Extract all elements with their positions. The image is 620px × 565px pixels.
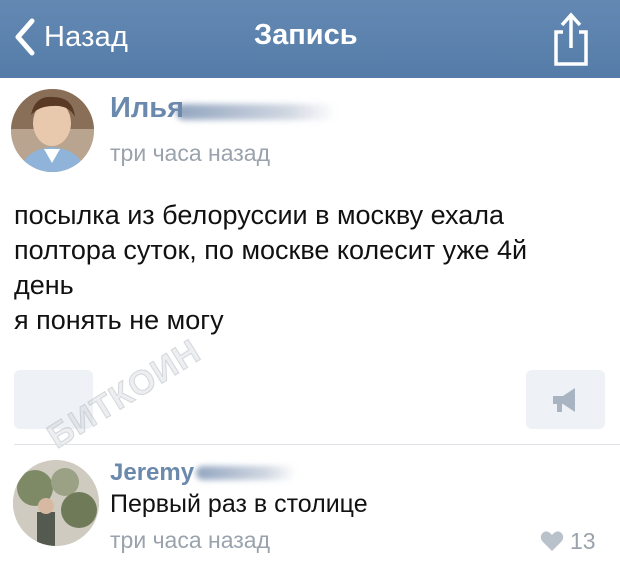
divider <box>14 444 620 445</box>
redacted-name-blur <box>196 466 296 480</box>
repost-button[interactable] <box>526 370 605 429</box>
navigation-bar: Назад Запись <box>0 0 620 78</box>
chevron-left-icon <box>14 17 36 57</box>
post-text-line: посылка из белоруссии в москву ехала <box>14 200 505 230</box>
comment-text: Первый раз в столице <box>110 490 368 518</box>
comment-like-button[interactable]: 13 <box>540 527 596 555</box>
back-button-label: Назад <box>44 20 129 53</box>
author-avatar[interactable] <box>11 89 94 172</box>
share-icon <box>548 12 594 72</box>
heart-icon <box>540 530 570 552</box>
post-timestamp: три часа назад <box>110 140 271 166</box>
post-text-line: я понять не могу <box>14 305 224 335</box>
post-author-name[interactable]: Илья <box>110 92 184 125</box>
post-text-line: день <box>14 270 74 300</box>
post-text-line: полтора суток, по москве колесит уже 4й <box>14 235 528 265</box>
back-button[interactable]: Назад <box>14 14 128 60</box>
redacted-name-blur <box>176 104 336 120</box>
comment-like-count: 13 <box>570 527 596 554</box>
page-title: Запись <box>254 19 358 51</box>
comment-timestamp: три часа назад <box>110 527 271 553</box>
comment-author-name[interactable]: Jeremy <box>110 459 194 487</box>
share-button[interactable] <box>548 10 594 68</box>
post-text: посылка из белоруссии в москву ехала пол… <box>14 198 604 338</box>
commenter-avatar[interactable] <box>13 460 99 546</box>
